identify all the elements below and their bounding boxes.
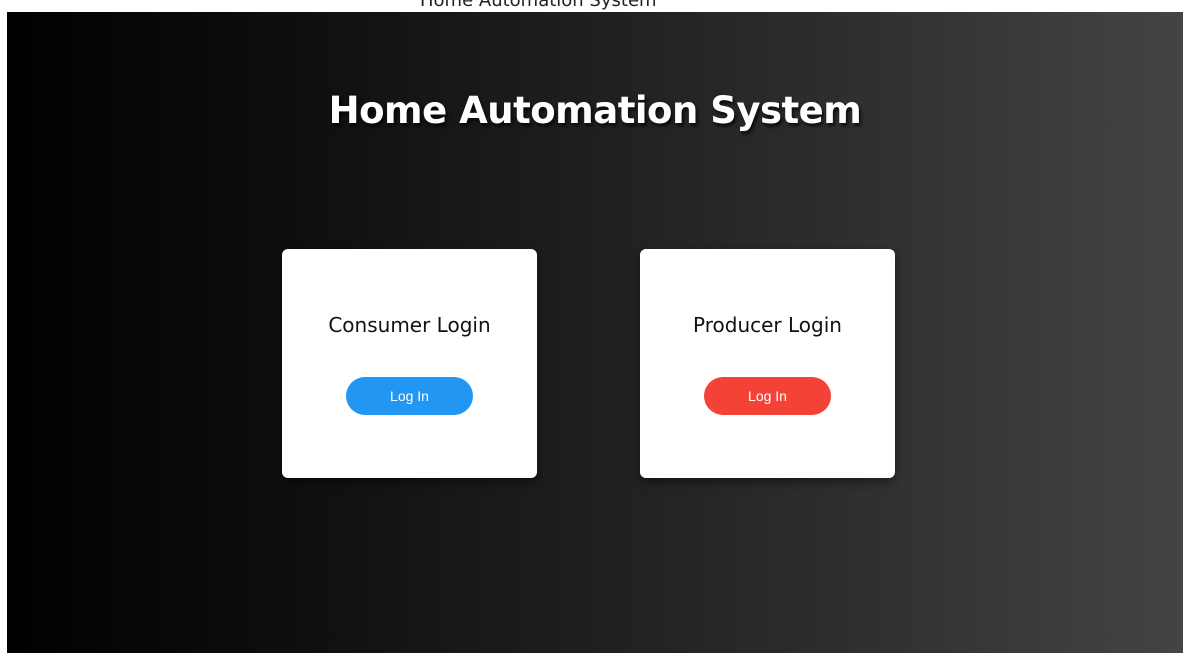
consumer-login-card: Consumer Login Log In (282, 249, 537, 478)
cropped-header-text: Home Automation System (420, 0, 657, 11)
producer-login-card: Producer Login Log In (640, 249, 895, 478)
consumer-login-title: Consumer Login (328, 313, 491, 337)
top-strip: Home Automation System (0, 0, 1186, 12)
consumer-login-button[interactable]: Log In (346, 377, 473, 415)
producer-login-button[interactable]: Log In (704, 377, 831, 415)
page-title: Home Automation System (328, 88, 862, 132)
page-background: Home Automation System Consumer Login Lo… (7, 12, 1183, 653)
producer-login-title: Producer Login (693, 313, 842, 337)
